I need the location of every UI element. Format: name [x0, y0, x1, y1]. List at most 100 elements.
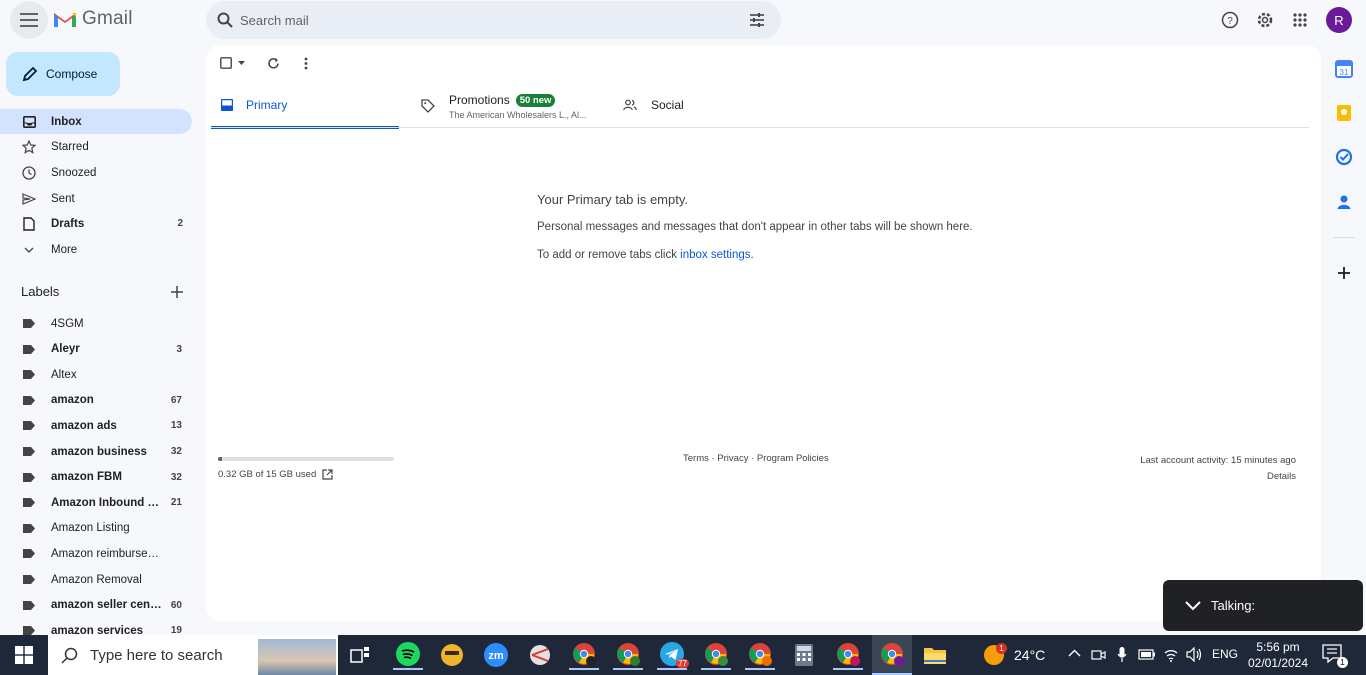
- label-tag-icon: [23, 549, 35, 559]
- snipping-tool-icon[interactable]: [525, 640, 555, 670]
- taskbar-clock[interactable]: 5:56 pm 02/01/2024: [1244, 639, 1312, 671]
- inbox-settings-link[interactable]: inbox settings: [680, 249, 750, 261]
- chrome-profile-icon[interactable]: [613, 640, 643, 670]
- top-bar: Gmail ? R: [0, 0, 1366, 40]
- file-explorer-icon[interactable]: [920, 640, 950, 670]
- footer-links[interactable]: Terms · Privacy · Program Policies: [683, 453, 829, 464]
- nav-label: Sent: [51, 192, 75, 205]
- activity-details-link[interactable]: Details: [1140, 469, 1296, 485]
- label-item[interactable]: amazon seller cen… 60: [0, 593, 192, 618]
- label-tag-icon: [23, 370, 35, 380]
- compose-button[interactable]: Compose: [6, 52, 120, 96]
- label-item[interactable]: amazon FBM 32: [0, 465, 192, 490]
- label-count: 13: [170, 420, 182, 432]
- label-item[interactable]: amazon ads 13: [0, 413, 192, 438]
- side-panel: 31: [1321, 45, 1366, 635]
- task-view-icon[interactable]: [345, 640, 375, 670]
- label-item[interactable]: Amazon Removal: [0, 567, 192, 592]
- clock-icon: [21, 165, 37, 181]
- more-options-icon[interactable]: [304, 57, 308, 70]
- tab-promotions[interactable]: Promotions 50 new The American Wholesale…: [421, 93, 611, 129]
- external-link-icon[interactable]: [322, 469, 333, 480]
- label-item[interactable]: Aleyr 3: [0, 337, 192, 362]
- label-item[interactable]: amazon business 32: [0, 439, 192, 464]
- tab-primary[interactable]: Primary: [211, 93, 399, 129]
- taskbar-search-box[interactable]: Type here to search: [48, 635, 338, 675]
- empty-state-title: Your Primary tab is empty.: [537, 192, 688, 207]
- zoom-icon[interactable]: zm: [481, 640, 511, 670]
- caret-down-icon: [238, 61, 245, 65]
- chrome-profile-icon[interactable]: [745, 640, 775, 670]
- weather-temperature[interactable]: 24°C: [1014, 647, 1045, 663]
- telegram-icon[interactable]: 77: [657, 640, 689, 670]
- nav-item-more[interactable]: More: [0, 237, 192, 262]
- settings-gear-icon[interactable]: [1255, 10, 1275, 30]
- label-item[interactable]: Amazon Listing: [0, 516, 192, 541]
- spotify-icon[interactable]: [393, 640, 423, 670]
- volume-icon[interactable]: [1186, 647, 1203, 662]
- label-tag-icon: [23, 319, 35, 328]
- nav-item-starred[interactable]: Starred: [0, 134, 192, 159]
- chrome-profile-icon[interactable]: [701, 640, 731, 670]
- nav-item-drafts[interactable]: Drafts 2: [0, 211, 192, 236]
- keep-icon[interactable]: [1335, 104, 1353, 122]
- windows-taskbar: Type here to search zm 77 1 24°C ENG 5:5…: [0, 635, 1366, 675]
- gmail-logo[interactable]: Gmail: [52, 8, 133, 30]
- wifi-icon[interactable]: [1163, 647, 1179, 662]
- talking-toast[interactable]: Talking:: [1163, 580, 1363, 631]
- new-count-badge: 50 new: [515, 93, 556, 107]
- windows-logo-icon: [15, 646, 33, 664]
- weather-icon[interactable]: 1: [979, 640, 1009, 670]
- apps-grid-icon[interactable]: [1290, 10, 1310, 30]
- search-options-icon[interactable]: [749, 12, 765, 28]
- people-icon: [623, 99, 637, 111]
- main-panel: Primary Promotions 50 new The American W…: [206, 45, 1321, 621]
- settings-hint-prefix: To add or remove tabs click: [537, 249, 681, 261]
- chevron-down-icon: [21, 242, 37, 258]
- label-name: amazon business: [51, 445, 147, 458]
- chrome-profile-icon[interactable]: [833, 640, 863, 670]
- label-count: 32: [170, 471, 182, 483]
- main-menu-button[interactable]: [10, 1, 48, 39]
- label-item[interactable]: Altex: [0, 362, 192, 387]
- chevron-down-icon[interactable]: [1185, 600, 1201, 611]
- start-button[interactable]: [0, 635, 48, 675]
- label-name: amazon ads: [51, 419, 117, 432]
- calculator-icon[interactable]: [789, 640, 819, 670]
- send-icon: [21, 191, 37, 207]
- emoji-app-icon[interactable]: [437, 640, 467, 670]
- label-item[interactable]: 4SGM: [0, 311, 192, 336]
- gmail-m-icon: [54, 13, 76, 27]
- svg-text:?: ?: [1227, 16, 1233, 27]
- input-language[interactable]: ENG: [1212, 647, 1238, 661]
- tab-social[interactable]: Social: [623, 93, 743, 129]
- empty-state-settings-hint: To add or remove tabs click inbox settin…: [537, 249, 754, 261]
- contacts-icon[interactable]: [1335, 193, 1353, 211]
- notification-center-button[interactable]: 1: [1322, 644, 1348, 668]
- nav-label: Starred: [51, 140, 89, 153]
- search-icon[interactable]: [217, 12, 233, 28]
- refresh-icon[interactable]: [267, 57, 280, 70]
- tasks-icon[interactable]: [1335, 148, 1353, 166]
- chrome-gmail-window-icon[interactable]: [872, 635, 912, 675]
- hamburger-icon: [20, 13, 38, 27]
- label-item[interactable]: Amazon Inbound S… 21: [0, 490, 192, 515]
- account-avatar[interactable]: R: [1326, 7, 1352, 33]
- label-item[interactable]: amazon 67: [0, 388, 192, 413]
- chrome-profile-icon[interactable]: [569, 640, 599, 670]
- search-input[interactable]: [240, 10, 720, 30]
- calendar-icon[interactable]: 31: [1335, 60, 1353, 78]
- meet-now-icon[interactable]: [1091, 647, 1106, 662]
- add-label-icon[interactable]: [170, 285, 184, 299]
- microphone-icon[interactable]: [1117, 646, 1127, 663]
- nav-item-snoozed[interactable]: Snoozed: [0, 160, 192, 185]
- add-addon-icon[interactable]: [1335, 264, 1353, 282]
- help-icon[interactable]: ?: [1220, 10, 1240, 30]
- nav-item-inbox[interactable]: Inbox: [0, 109, 192, 134]
- label-item[interactable]: Amazon reimbursement: [0, 541, 192, 566]
- select-all-checkbox[interactable]: [220, 57, 245, 69]
- nav-item-sent[interactable]: Sent: [0, 186, 192, 211]
- inbox-tab-icon: [221, 99, 233, 111]
- chevron-up-icon[interactable]: [1068, 649, 1081, 657]
- battery-icon[interactable]: [1138, 649, 1156, 660]
